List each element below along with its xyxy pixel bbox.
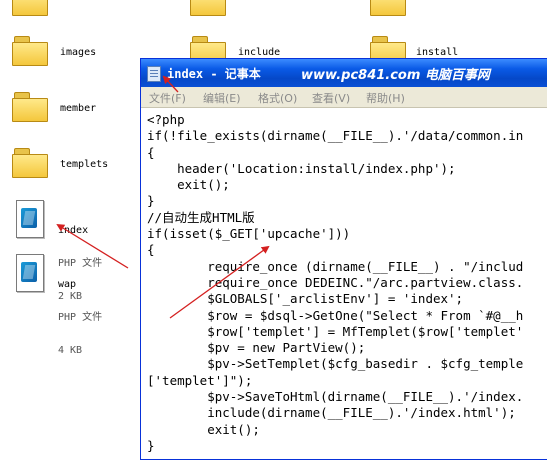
- code-line: if(!file_exists(dirname(__FILE__).'/data…: [147, 128, 524, 144]
- title-bar[interactable]: index - 记事本 www.pc841.com 电脑百事网: [141, 59, 547, 87]
- folder-label: member: [60, 103, 97, 114]
- code-line: header('Location:install/index.php');: [147, 160, 456, 176]
- file-name: index: [58, 225, 89, 236]
- folder-icon: [12, 0, 48, 16]
- code-line: require_once (dirname(__FILE__) . "/incl…: [147, 258, 524, 274]
- code-line: }: [147, 193, 155, 209]
- file-size: 4 KB: [58, 345, 83, 356]
- folder-label: include: [238, 47, 281, 58]
- watermark-text: www.pc841.com 电脑百事网: [301, 68, 490, 83]
- folder-label: images: [60, 47, 97, 58]
- menu-help[interactable]: 帮助(H): [366, 90, 405, 106]
- menu-edit[interactable]: 编辑(E): [203, 90, 241, 106]
- code-line: $pv = new PartView();: [147, 340, 366, 356]
- code-line: $row['templet'] = MfTemplet($row['temple…: [147, 323, 524, 339]
- folder-icon: [370, 0, 406, 16]
- code-line: include(dirname(__FILE__).'/index.html')…: [147, 405, 516, 421]
- folder-label: install: [416, 47, 459, 58]
- file-label: wap PHP 文件 4 KB: [58, 257, 102, 378]
- code-line: $GLOBALS['_arclistEnv'] = 'index';: [147, 291, 464, 307]
- notepad-icon[interactable]: [147, 66, 161, 82]
- code-line: <?php: [147, 112, 185, 127]
- code-line: {: [147, 242, 155, 258]
- php-file-icon: [12, 198, 46, 238]
- code-line: if(isset($_GET['upcache'])): [147, 226, 351, 242]
- code-line: require_once DEDEINC."/arc.partview.clas…: [147, 274, 524, 290]
- code-line: {: [147, 144, 155, 160]
- text-editor[interactable]: <?php if(!file_exists(dirname(__FILE__).'…: [141, 108, 547, 459]
- php-file-icon: [12, 252, 46, 292]
- file-name: wap: [58, 279, 77, 290]
- folder-label: templets: [60, 159, 109, 170]
- window-title: index - 记事本: [167, 67, 261, 81]
- code-line: exit();: [147, 421, 260, 437]
- folder-icon: [190, 0, 226, 16]
- code-line: ['templet']");: [147, 372, 253, 388]
- menu-format[interactable]: 格式(O): [258, 90, 297, 106]
- code-line: $pv->SaveToHtml(dirname(__FILE__).'/inde…: [147, 389, 524, 405]
- code-line: $row = $dsql->GetOne("Select * From `#@_…: [147, 307, 524, 323]
- menu-file[interactable]: 文件(F): [149, 90, 186, 106]
- code-line: $pv->SetTemplet($cfg_basedir . $cfg_temp…: [147, 356, 524, 372]
- folder-icon: [12, 92, 48, 122]
- code-line: }: [147, 437, 155, 453]
- code-content: <?php if(!file_exists(dirname(__FILE__).'…: [147, 112, 523, 454]
- menu-bar: 文件(F) 编辑(E) 格式(O) 查看(V) 帮助(H): [141, 87, 547, 108]
- menu-view[interactable]: 查看(V): [312, 90, 350, 106]
- code-line: exit();: [147, 177, 230, 193]
- folder-icon: [12, 36, 48, 66]
- file-type: PHP 文件: [58, 312, 103, 323]
- folder-icon: [12, 148, 48, 178]
- code-line: //自动生成HTML版: [147, 209, 255, 225]
- notepad-window: index - 记事本 www.pc841.com 电脑百事网 文件(F) 编辑…: [140, 58, 547, 460]
